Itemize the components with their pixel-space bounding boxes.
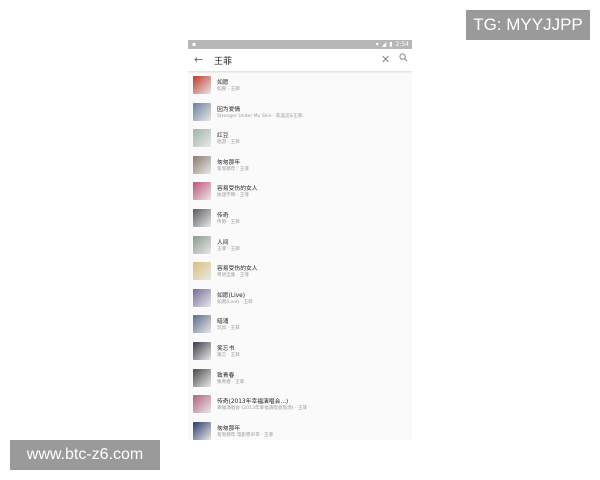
album-cover xyxy=(193,315,211,334)
song-subtitle: 粤语全集 · 王菲 xyxy=(217,273,249,279)
album-cover xyxy=(193,102,211,121)
song-subtitle: 如愿 · 王菲 xyxy=(217,87,240,92)
song-row[interactable]: 因为爱情 Stronger Under My Skin · 陈奕迅&王菲 xyxy=(188,99,412,126)
song-title: 传奇(2013年幸福演唱会...) xyxy=(217,399,289,406)
search-input[interactable]: 王菲 xyxy=(214,54,232,67)
song-title: 容易受伤的女人 xyxy=(217,186,258,193)
song-list: 如愿 如愿 · 王菲 因为爱情 Stronger Under My Skin · 陈奕… xyxy=(188,72,412,440)
search-bar: ← 王菲 ✕ xyxy=(188,49,412,72)
album-cover xyxy=(193,155,211,174)
song-row[interactable]: 如愿 如愿 · 王菲 xyxy=(188,72,412,99)
back-arrow-icon[interactable]: ← xyxy=(194,53,203,66)
song-row[interactable]: 容易受伤的女人 粤语全集 · 王菲 xyxy=(188,258,412,285)
wifi-icon: ▾ xyxy=(375,41,379,48)
song-title: 匆匆那年 xyxy=(217,425,241,432)
search-icon[interactable] xyxy=(399,53,408,62)
watermark-top-right: TG: MYYJJPP xyxy=(466,10,590,40)
album-cover xyxy=(193,368,211,387)
song-row[interactable]: 匆匆那年 匆匆那年 · 王菲 xyxy=(188,152,412,179)
song-subtitle: 如愿(Live) · 王菲 xyxy=(217,299,253,305)
song-subtitle: 传奇 · 王菲 xyxy=(217,219,240,225)
clear-icon[interactable]: ✕ xyxy=(381,53,390,66)
song-title: 致青春 xyxy=(217,372,235,379)
song-subtitle: 寓言 · 王菲 xyxy=(217,352,240,358)
song-row[interactable]: 人间 王菲 · 王菲 xyxy=(188,232,412,259)
song-title: 笑忘书 xyxy=(217,345,235,352)
song-title: 人间 xyxy=(217,239,229,246)
song-subtitle: 王菲 · 王菲 xyxy=(217,246,240,252)
watermark-bottom-left: www.btc-z6.com xyxy=(10,440,160,470)
song-title: 匆匆那年 xyxy=(217,159,241,166)
song-row[interactable]: 容易受伤的女人 执迷不悔 · 王菲 xyxy=(188,178,412,205)
album-cover xyxy=(193,395,211,414)
song-row[interactable]: 匆匆那年 匆匆那年 电影原声带 · 王菲 xyxy=(188,418,412,440)
album-cover xyxy=(193,235,211,254)
status-time: 2:54 xyxy=(395,41,409,48)
song-row[interactable]: 暗涌 玩具 · 王菲 xyxy=(188,311,412,338)
signal-icon: ◢ xyxy=(381,41,387,48)
song-title: 传奇 xyxy=(217,212,229,219)
song-subtitle: 执迷不悔 · 王菲 xyxy=(217,193,249,199)
phone-screen: ▪ ▾ ◢ ▮ 2:54 ← 王菲 ✕ 如愿 如愿 · 王菲 因为爱情 Stronge… xyxy=(188,40,412,440)
song-subtitle: 匆匆那年 · 王菲 xyxy=(217,166,249,172)
status-icons: ▾ ◢ ▮ 2:54 xyxy=(376,40,409,49)
song-title: 如愿(Live) xyxy=(217,292,245,299)
song-subtitle: 玩具 · 王菲 xyxy=(217,326,240,332)
song-row[interactable]: 笑忘书 寓言 · 王菲 xyxy=(188,338,412,365)
album-cover xyxy=(193,182,211,201)
status-bar: ▪ ▾ ◢ ▮ 2:54 xyxy=(188,40,412,49)
song-row[interactable]: 如愿(Live) 如愿(Live) · 王菲 xyxy=(188,285,412,312)
battery-icon: ▮ xyxy=(389,41,393,48)
song-subtitle: 匆匆那年 电影原声带 · 王菲 xyxy=(217,432,274,438)
song-subtitle: 致青春 · 王菲 xyxy=(217,379,245,385)
album-cover xyxy=(193,421,211,440)
song-row[interactable]: 传奇 传奇 · 王菲 xyxy=(188,205,412,232)
album-cover xyxy=(193,341,211,360)
song-title: 容易受伤的女人 xyxy=(217,266,258,273)
album-cover xyxy=(193,76,211,94)
album-cover xyxy=(193,208,211,227)
song-title: 红豆 xyxy=(217,133,229,140)
album-cover xyxy=(193,262,211,281)
notification-icon: ▪ xyxy=(192,41,197,48)
album-cover xyxy=(193,288,211,307)
song-row[interactable]: 红豆 唱游 · 王菲 xyxy=(188,125,412,152)
song-subtitle: 幸福演唱会 (2013年幸福演唱会现场) · 王菲 xyxy=(217,406,308,412)
song-subtitle: Stronger Under My Skin · 陈奕迅&王菲 xyxy=(217,113,303,119)
album-cover xyxy=(193,129,211,148)
song-title: 如愿 xyxy=(217,80,229,86)
song-title: 暗涌 xyxy=(217,319,229,326)
song-subtitle: 唱游 · 王菲 xyxy=(217,140,240,146)
song-row[interactable]: 传奇(2013年幸福演唱会...) 幸福演唱会 (2013年幸福演唱会现场) · … xyxy=(188,391,412,418)
song-title: 因为爱情 xyxy=(217,106,241,113)
song-row[interactable]: 致青春 致青春 · 王菲 xyxy=(188,365,412,392)
